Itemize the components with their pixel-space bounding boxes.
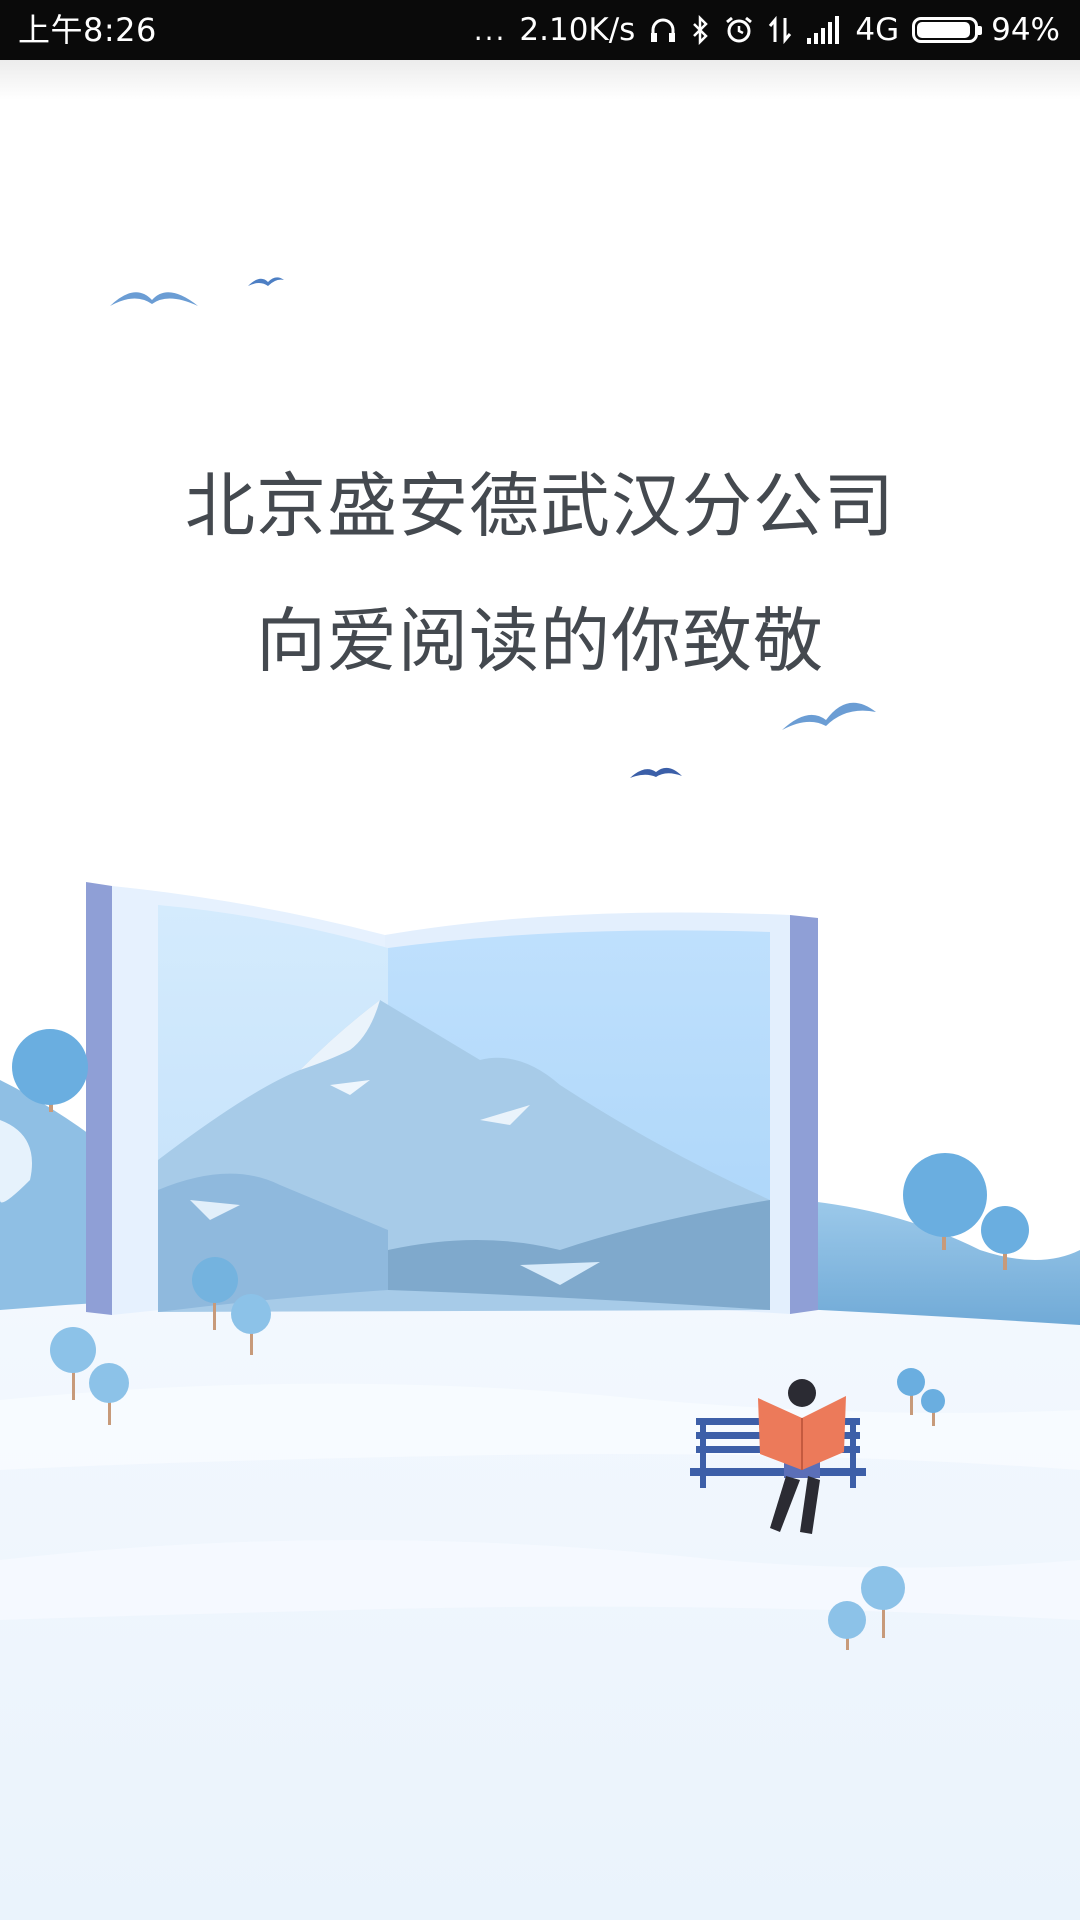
network-type: 4G [855, 12, 900, 48]
battery-icon [912, 17, 983, 43]
splash-subtitle: 向爱阅读的你致敬 [256, 600, 824, 682]
signal-icon [806, 16, 842, 44]
status-time: 上午8:26 [18, 11, 157, 49]
alarm-icon [724, 15, 754, 45]
network-speed: 2.10K/s [519, 12, 636, 48]
splash-illustration [0, 277, 1080, 1920]
headphones-icon [648, 15, 678, 45]
bird-icon [110, 292, 198, 306]
more-notifications-icon: ... [473, 13, 507, 47]
bird-icon [248, 277, 284, 286]
status-bar-shadow [0, 60, 1080, 100]
bird-icon [782, 702, 876, 730]
battery-level: 94% [991, 12, 1060, 48]
bird-icon [630, 767, 682, 778]
data-transfer-icon [767, 15, 793, 45]
status-bar: 上午8:26 ... 2.10K/s 4G 94% [0, 0, 1080, 60]
bluetooth-icon [691, 15, 711, 45]
splash-title: 北京盛安德武汉分公司 [185, 465, 895, 547]
status-icons: ... 2.10K/s 4G 94% [474, 8, 1060, 52]
